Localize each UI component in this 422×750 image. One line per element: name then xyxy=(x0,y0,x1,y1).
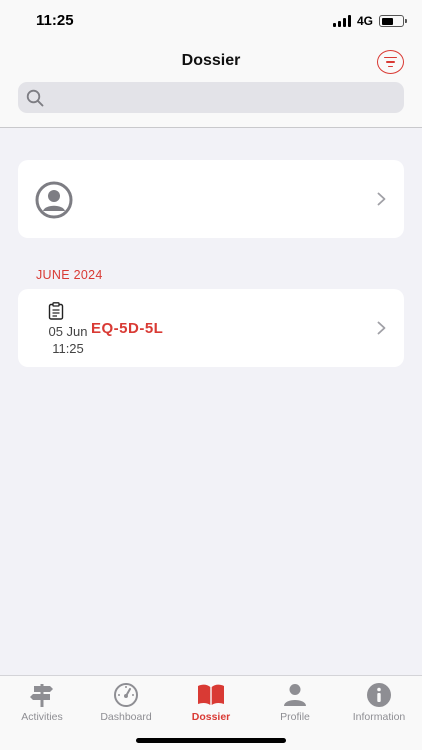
chevron-right-icon xyxy=(377,321,386,335)
search-icon xyxy=(26,89,44,107)
tab-dossier[interactable]: Dossier xyxy=(169,682,253,723)
section-header: JUNE 2024 xyxy=(36,268,103,282)
search-input[interactable] xyxy=(50,82,390,113)
tab-label: Information xyxy=(352,711,406,723)
home-indicator xyxy=(136,738,286,743)
book-icon xyxy=(198,684,224,705)
tab-label: Activities xyxy=(21,711,63,723)
info-icon xyxy=(367,683,391,707)
entry-time: 11:25 xyxy=(52,340,84,356)
filter-icon xyxy=(384,56,397,59)
header: 11:25 4G Dossier xyxy=(0,0,422,128)
clipboard-icon xyxy=(48,302,64,320)
search-bar[interactable] xyxy=(18,82,404,113)
signal-icon xyxy=(332,15,351,27)
tab-dashboard[interactable]: Dashboard xyxy=(84,682,168,723)
dossier-entry[interactable]: 05 Jun 11:25 EQ-5D-5L xyxy=(18,289,404,367)
person-icon xyxy=(284,684,306,706)
tab-label: Dashboard xyxy=(100,711,152,723)
network-label: 4G xyxy=(356,14,373,28)
tab-label: Profile xyxy=(280,711,310,723)
chevron-right-icon xyxy=(377,192,386,206)
patient-profile-card[interactable] xyxy=(18,160,404,238)
avatar-icon xyxy=(35,181,73,219)
entry-title: EQ-5D-5L xyxy=(91,320,164,337)
tab-profile[interactable]: Profile xyxy=(253,682,337,723)
filter-button[interactable] xyxy=(377,50,404,74)
page-title: Dossier xyxy=(181,52,241,69)
status-indicators: 4G xyxy=(332,14,407,28)
tab-activities[interactable]: Activities xyxy=(0,682,84,723)
tab-label: Dossier xyxy=(191,711,231,723)
status-time: 11:25 xyxy=(36,12,74,29)
tab-information[interactable]: Information xyxy=(337,682,421,723)
status-bar: 11:25 4G xyxy=(0,0,422,44)
signpost-icon xyxy=(30,684,53,707)
battery-icon xyxy=(379,15,407,27)
gauge-icon xyxy=(114,683,138,707)
